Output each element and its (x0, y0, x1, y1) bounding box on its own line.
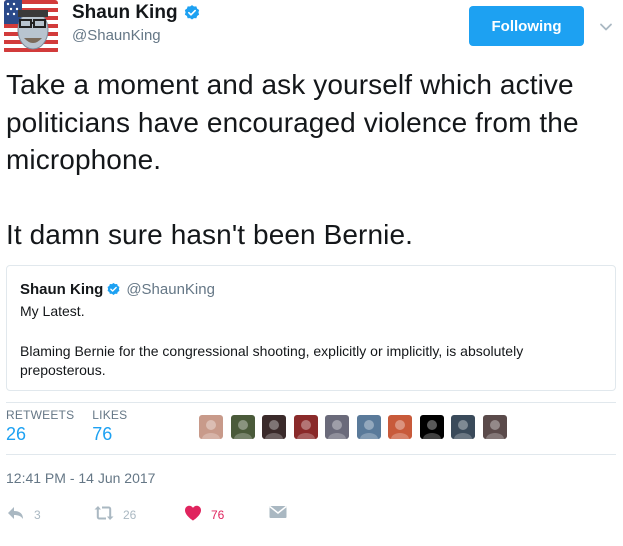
reply-icon (8, 507, 23, 519)
person-icon (328, 420, 346, 439)
person-icon (422, 420, 441, 439)
person-icon (202, 420, 220, 439)
divider (6, 454, 616, 455)
author-display-name[interactable]: Shaun King (72, 2, 178, 24)
liker-avatar-4[interactable] (293, 415, 318, 439)
following-button[interactable]: Following (469, 6, 584, 46)
person-icon (485, 420, 504, 439)
liker-avatar-3[interactable] (262, 415, 286, 439)
heart-icon (185, 505, 201, 521)
reply-count: 3 (34, 508, 41, 522)
tweet-paragraph: Take a moment and ask yourself which act… (6, 69, 579, 175)
retweets-stat[interactable]: RETWEETS 26 (6, 408, 74, 448)
person-icon (296, 420, 315, 439)
likes-value: 76 (92, 424, 113, 444)
reply-button[interactable]: 3 (6, 503, 41, 523)
divider (6, 402, 616, 403)
liker-avatar-8[interactable] (419, 415, 444, 439)
chevron-down-icon[interactable] (599, 20, 613, 34)
like-button[interactable]: 76 (183, 503, 224, 523)
liker-avatar-6[interactable] (356, 415, 381, 439)
person-icon (454, 420, 472, 439)
retweets-label: RETWEETS (6, 408, 75, 422)
author-name-row[interactable]: Shaun King (72, 2, 201, 24)
like-count: 76 (211, 508, 225, 522)
tweet-timestamp[interactable]: 12:41 PM - 14 Jun 2017 (6, 470, 155, 486)
likes-stat[interactable]: LIKES 76 (92, 408, 127, 448)
author-avatar[interactable] (4, 0, 58, 54)
person-icon (233, 420, 252, 439)
quoted-author-name: Shaun King (20, 281, 104, 298)
person-icon (265, 420, 283, 439)
tweet-stats: RETWEETS 26 LIKES 76 (6, 408, 145, 448)
author-handle[interactable]: @ShaunKing (72, 27, 161, 44)
tweet-paragraph: It damn sure hasn't been Bernie. (6, 218, 414, 250)
liker-avatar-9[interactable] (451, 415, 475, 439)
verified-badge-icon (184, 5, 199, 20)
liker-avatar-5[interactable] (325, 415, 349, 439)
liker-avatar-2[interactable] (230, 415, 255, 439)
retweets-value: 26 (6, 424, 27, 444)
retweet-count: 26 (123, 508, 137, 522)
envelope-icon (269, 505, 287, 518)
direct-message-button[interactable] (268, 503, 288, 521)
liker-avatars (199, 415, 514, 439)
person-icon (391, 420, 409, 439)
quoted-tweet-header: Shaun King @ShaunKing (20, 281, 215, 298)
quoted-tweet[interactable]: Shaun King @ShaunKing My Latest. Blaming… (6, 265, 616, 391)
liker-avatar-7[interactable] (388, 415, 412, 439)
retweet-button[interactable]: 26 (93, 503, 136, 523)
verified-badge-icon (107, 282, 120, 295)
liker-avatar-10[interactable] (482, 415, 507, 439)
likes-label: LIKES (92, 408, 128, 422)
liker-avatar-1[interactable] (199, 415, 223, 439)
tweet-header: Shaun King @ShaunKing Following (4, 0, 619, 56)
person-icon (359, 420, 378, 439)
quoted-tweet-body: Blaming Bernie for the congressional sho… (20, 343, 524, 378)
quoted-tweet-line: My Latest. (20, 303, 85, 319)
tweet-text: Take a moment and ask yourself which act… (6, 66, 618, 253)
retweet-icon (94, 506, 114, 520)
quoted-author-handle: @ShaunKing (126, 281, 215, 298)
